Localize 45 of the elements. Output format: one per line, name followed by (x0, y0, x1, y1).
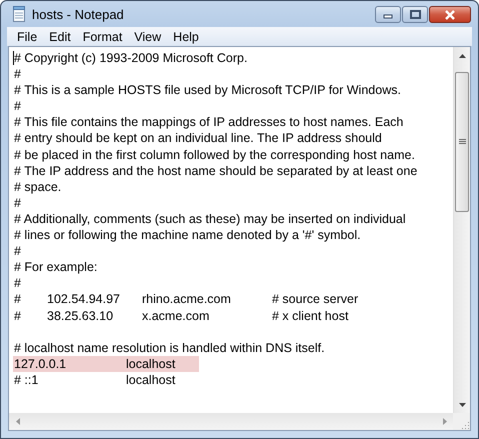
menu-item[interactable]: Help (167, 28, 205, 44)
text-fragment: # source server (272, 291, 360, 308)
text-line: # entry should be kept on an individual line. The IP address should (14, 131, 382, 146)
text-line: # (14, 99, 21, 114)
text-fragment: rhino.acme.com (142, 291, 232, 308)
text-fragment: 102.54.94.97 (47, 291, 121, 308)
down-arrow-icon (459, 402, 466, 406)
up-arrow-icon (459, 54, 466, 58)
text-fragment: # x client host (272, 308, 350, 324)
text-line: # ::1 localhost (14, 372, 176, 388)
menu-item[interactable]: Format (76, 28, 128, 44)
text-fragment: # (14, 308, 22, 324)
text-line: # be placed in the first column followed by the corresponding host name. (14, 148, 415, 162)
text-line: # (14, 244, 21, 258)
scrollbar-thumb[interactable] (455, 72, 469, 212)
text-fragment: 38.25.63.10 (47, 308, 114, 324)
text-line: # Copyright (c) 1993-2009 Microsoft Corp. (14, 51, 248, 65)
text-line: # (14, 67, 21, 82)
text-line: # (14, 196, 21, 210)
minimize-button[interactable] (375, 6, 401, 23)
menu-item[interactable]: File (11, 28, 44, 44)
text-cursor (13, 51, 14, 65)
text-fragment: # (14, 291, 22, 308)
text-line: # Additionally, comments (such as these) may be inserted on individual (14, 212, 406, 226)
text-line: # For example: (14, 260, 98, 274)
text-fragment: x.acme.com (142, 308, 210, 324)
menu-item[interactable]: Edit (43, 28, 77, 44)
left-arrow-icon (16, 418, 20, 425)
close-icon (444, 10, 456, 20)
text-line: # This file contains the mappings of IP addresses to host names. Each (14, 115, 404, 130)
right-arrow-icon (442, 418, 446, 425)
window-title: hosts - Notepad (32, 6, 125, 22)
text-line: # lines or following the machine name denoted by a '#' symbol. (14, 228, 361, 242)
text-line: # (14, 276, 21, 290)
maximize-button[interactable] (402, 6, 428, 23)
text-line: # localhost name resolution is handled within DNS itself. (14, 340, 325, 355)
close-button[interactable] (429, 6, 471, 23)
text-line: # space. (14, 180, 62, 194)
notepad-icon (11, 6, 27, 22)
size-grip-icon[interactable] (460, 420, 470, 430)
menu-item[interactable]: View (128, 28, 168, 44)
text-line: # This is a sample HOSTS file used by Microsoft TCP/IP for Windows. (14, 83, 401, 98)
text-line: # The IP address and the host name should be separated by at least one (14, 164, 418, 178)
grip-icon (458, 139, 466, 145)
maximize-icon (410, 10, 420, 19)
